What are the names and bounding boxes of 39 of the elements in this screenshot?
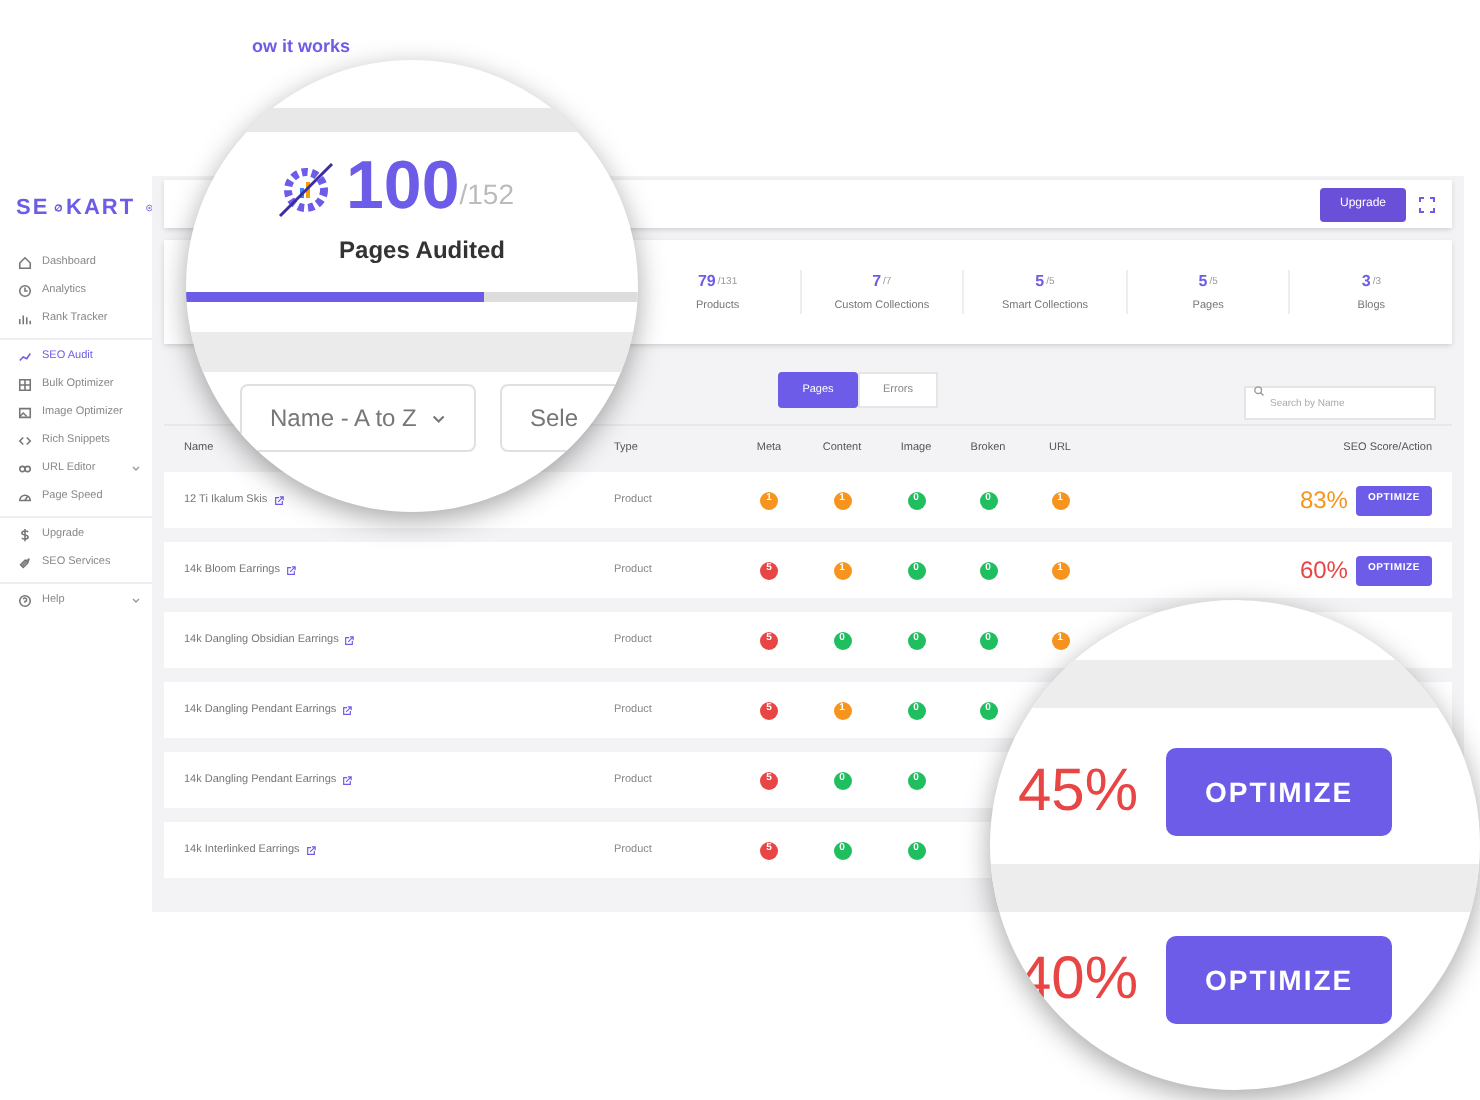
gear-chart-icon — [276, 160, 336, 220]
stat-value: 5 — [1035, 269, 1045, 294]
expand-icon[interactable] — [1418, 195, 1436, 213]
seo-score: 60% — [1299, 554, 1348, 588]
stat-total: /152 — [459, 176, 514, 214]
external-link-icon[interactable] — [273, 495, 284, 505]
search-icon — [1254, 385, 1264, 395]
seo-score: 83% — [1299, 484, 1348, 518]
how-it-works-link[interactable]: ow it works — [252, 36, 351, 56]
help-icon — [18, 594, 32, 608]
grid-icon — [18, 378, 32, 392]
home-icon — [18, 256, 32, 270]
clock-icon — [18, 284, 32, 298]
optimize-button[interactable]: OPTIMIZE — [1166, 748, 1393, 836]
speedometer-icon — [18, 490, 32, 504]
link-icon — [18, 462, 32, 476]
logo-text: KART — [66, 194, 136, 224]
external-link-icon[interactable] — [342, 775, 353, 785]
external-link-icon[interactable] — [342, 705, 353, 715]
sort-dropdown[interactable]: Name - A to Z — [240, 384, 476, 452]
circle-logo-icon — [145, 200, 152, 217]
line-chart-icon — [18, 350, 32, 364]
stat-value: 100 — [346, 152, 460, 220]
seo-score: 45% — [1018, 758, 1139, 826]
external-link-icon[interactable] — [286, 565, 296, 575]
external-link-icon[interactable] — [305, 845, 316, 855]
chevron-down-icon — [432, 413, 446, 423]
logo-text: SE — [16, 194, 50, 224]
stat-value: 7 — [872, 269, 882, 294]
stat-value: 5 — [1198, 269, 1208, 294]
stat-label: Pages Audited — [339, 234, 505, 268]
bar-chart-icon — [18, 312, 32, 326]
dollar-icon — [18, 528, 32, 542]
optimize-button[interactable]: OPTIMIZE — [1166, 936, 1393, 1024]
external-link-icon[interactable] — [344, 635, 355, 645]
image-icon — [18, 406, 32, 420]
code-icon — [18, 434, 32, 448]
stat-value: 79 — [697, 269, 716, 294]
stat-value: 3 — [1361, 269, 1371, 294]
